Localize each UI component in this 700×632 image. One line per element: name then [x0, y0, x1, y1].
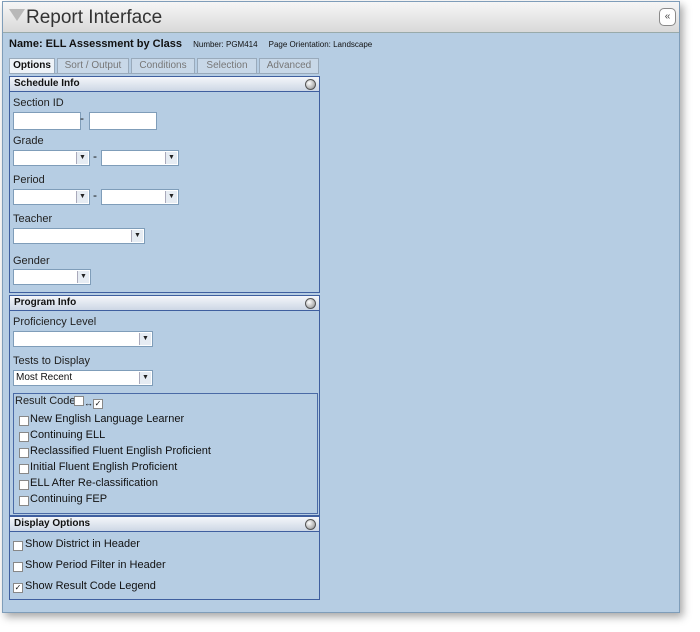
result-code-checkbox[interactable]	[19, 496, 29, 506]
gender-value	[14, 271, 16, 282]
tests-to-display-dropdown[interactable]: Most Recent ▼	[13, 370, 153, 386]
period-label: Period	[13, 174, 45, 186]
show-period-filter-checkbox[interactable]	[13, 562, 23, 572]
window-title: Report Interface	[26, 7, 163, 28]
result-code-option-label: Continuing FEP	[30, 493, 108, 505]
proficiency-level-label: Proficiency Level	[13, 316, 97, 328]
swap-arrows-icon: ↔	[84, 398, 93, 408]
report-name: Name: ELL Assessment by Class	[9, 38, 183, 50]
teacher-label: Teacher	[13, 213, 53, 225]
grade-from-dropdown[interactable]: ▼	[13, 150, 90, 166]
show-district-checkbox[interactable]	[13, 541, 23, 551]
result-code-checkbox[interactable]	[19, 448, 29, 458]
result-code-option-label: New English Language Learner	[30, 413, 185, 425]
range-separator: -	[80, 111, 84, 125]
tab-options[interactable]: Options	[9, 58, 55, 74]
help-icon[interactable]	[305, 519, 316, 530]
teacher-dropdown[interactable]: ▼	[13, 228, 145, 244]
help-icon[interactable]	[305, 79, 316, 90]
tab-divider	[9, 73, 316, 74]
show-result-legend-label: Show Result Code Legend	[25, 580, 156, 592]
show-result-legend-checkbox[interactable]: ✓	[13, 583, 23, 593]
proficiency-level-value	[14, 333, 16, 344]
chevron-down-icon: ▼	[76, 191, 88, 203]
program-info-header: Program Info	[10, 296, 319, 311]
report-window: Report Interface « Name: ELL Assessment …	[2, 1, 680, 613]
tests-to-display-value: Most Recent	[16, 372, 73, 383]
funnel-icon	[9, 9, 25, 21]
uncheck-all-icon[interactable]	[74, 396, 84, 406]
help-icon[interactable]	[305, 298, 316, 309]
gender-dropdown[interactable]: ▼	[13, 269, 91, 285]
chevron-down-icon: ▼	[131, 230, 143, 242]
tab-conditions[interactable]: Conditions	[131, 58, 195, 74]
chevron-down-icon: ▼	[76, 152, 88, 164]
result-code-checkbox[interactable]	[19, 416, 29, 426]
teacher-value	[14, 230, 16, 241]
grade-to-dropdown[interactable]: ▼	[101, 150, 179, 166]
display-options-header: Display Options	[10, 517, 319, 532]
grade-to-value	[102, 152, 104, 163]
tab-selection[interactable]: Selection	[197, 58, 257, 74]
section-id-from-input[interactable]	[13, 112, 81, 130]
display-options-panel: Display Options Show District in Header …	[9, 516, 320, 600]
range-separator: -	[93, 188, 97, 202]
schedule-info-header: Schedule Info	[10, 77, 319, 92]
check-all-icon[interactable]: ✓	[93, 399, 103, 409]
page-orientation: Page Orientation: Landscape	[268, 40, 373, 49]
collapse-button[interactable]: «	[659, 8, 676, 26]
show-period-filter-label: Show Period Filter in Header	[25, 559, 166, 571]
period-to-dropdown[interactable]: ▼	[101, 189, 179, 205]
result-code-option-label: Initial Fluent English Proficient	[30, 461, 178, 473]
chevron-down-icon: ▼	[165, 152, 177, 164]
section-id-label: Section ID	[13, 97, 64, 109]
result-code-checkbox[interactable]	[19, 432, 29, 442]
result-code-group: Result Code ↔ ✓ New English Language Lear…	[13, 393, 318, 514]
tab-sort-output[interactable]: Sort / Output	[57, 58, 129, 74]
chevron-down-icon: ▼	[165, 191, 177, 203]
gender-label: Gender	[13, 255, 50, 267]
result-code-option-label: ELL After Re-classification	[30, 477, 158, 489]
tab-advanced[interactable]: Advanced	[259, 58, 319, 74]
report-info: Name: ELL Assessment by Class Number: PG…	[9, 38, 372, 50]
program-info-panel: Program Info Proficiency Level ▼ Tests t…	[9, 295, 320, 516]
chevron-down-icon: ▼	[139, 333, 151, 345]
show-district-label: Show District in Header	[25, 538, 140, 550]
schedule-info-panel: Schedule Info Section ID - Grade ▼ - ▼ P…	[9, 76, 320, 293]
result-code-option-label: Continuing ELL	[30, 429, 106, 441]
report-number: Number: PGM414	[193, 40, 258, 49]
chevron-down-icon: ▼	[139, 372, 151, 384]
tests-to-display-label: Tests to Display	[13, 355, 91, 367]
range-separator: -	[93, 149, 97, 163]
period-from-dropdown[interactable]: ▼	[13, 189, 90, 205]
result-code-checkbox[interactable]	[19, 464, 29, 474]
result-code-checkbox[interactable]	[19, 480, 29, 490]
schedule-info-title: Schedule Info	[14, 78, 80, 89]
result-code-label: Result Code	[15, 395, 76, 407]
period-from-value	[14, 191, 16, 202]
grade-label: Grade	[13, 135, 44, 147]
chevron-down-icon: ▼	[77, 271, 89, 283]
proficiency-level-dropdown[interactable]: ▼	[13, 331, 153, 347]
program-info-title: Program Info	[14, 297, 77, 308]
section-id-to-input[interactable]	[89, 112, 157, 130]
result-code-option-label: Reclassified Fluent English Proficient	[30, 445, 211, 457]
display-options-title: Display Options	[14, 518, 91, 529]
period-to-value	[102, 191, 104, 202]
title-bar: Report Interface «	[3, 2, 679, 33]
grade-from-value	[14, 152, 16, 163]
select-toggle-icon[interactable]: ↔ ✓	[74, 396, 103, 409]
